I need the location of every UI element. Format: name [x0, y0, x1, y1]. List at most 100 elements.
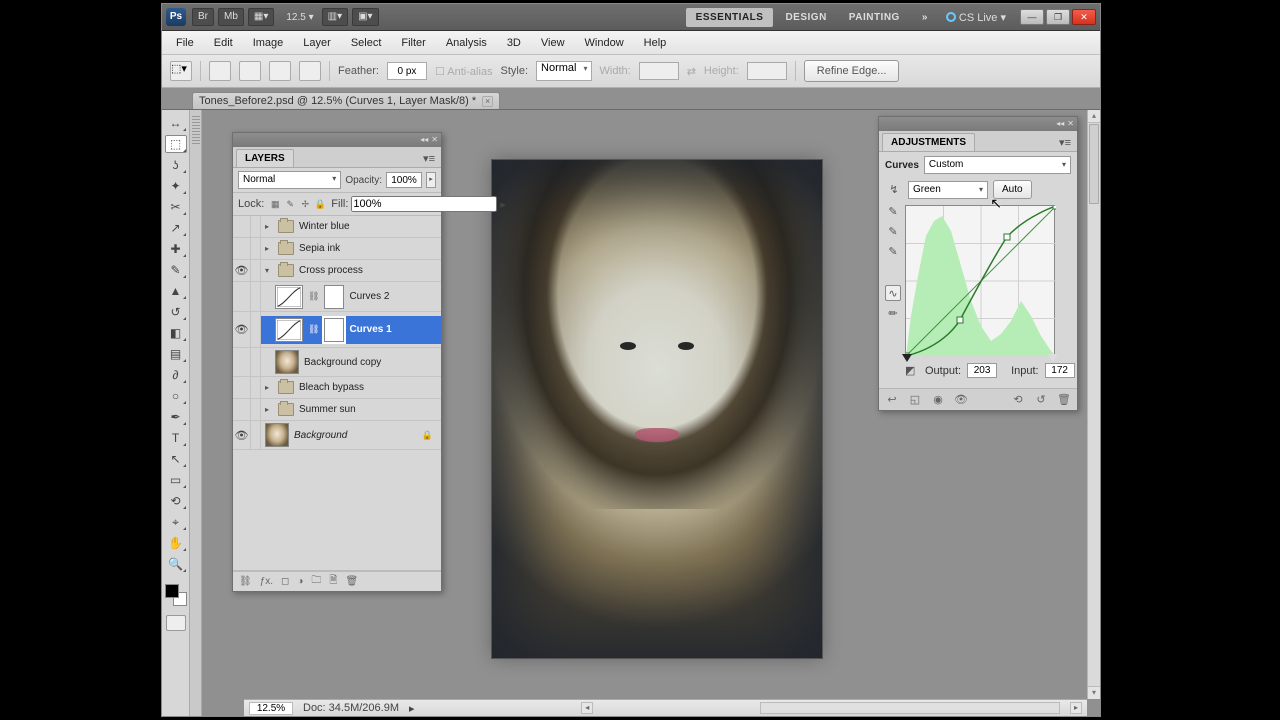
- 3d-camera-tool[interactable]: ⌖: [165, 513, 187, 531]
- path-selection-tool[interactable]: ↖: [165, 450, 187, 468]
- visibility-toggle[interactable]: [233, 399, 251, 420]
- white-point-slider[interactable]: [1048, 354, 1058, 362]
- rectangular-marquee-tool[interactable]: ⬚: [165, 135, 187, 153]
- zoom-level-select[interactable]: 12.5 ▾: [286, 12, 313, 23]
- document-tab[interactable]: Tones_Before2.psd @ 12.5% (Curves 1, Lay…: [192, 92, 500, 109]
- quick-mask-toggle[interactable]: [166, 615, 186, 631]
- scroll-down-button[interactable]: ▾: [1088, 686, 1100, 699]
- channel-select[interactable]: Green: [908, 181, 988, 199]
- doc-info-menu-icon[interactable]: ▸: [409, 702, 415, 715]
- zoom-field[interactable]: [249, 702, 293, 715]
- brush-tool[interactable]: ✎: [165, 261, 187, 279]
- layer-group-sepia-ink[interactable]: ▸Sepia ink: [233, 238, 441, 260]
- selection-intersect-icon[interactable]: [299, 61, 321, 81]
- vertical-scrollbar[interactable]: ▴ ▾: [1087, 110, 1100, 699]
- minimize-button[interactable]: —: [1020, 9, 1044, 25]
- collapse-icon[interactable]: ▾: [265, 266, 273, 275]
- expand-view-icon[interactable]: ◱: [908, 393, 922, 406]
- auto-button[interactable]: Auto: [993, 180, 1032, 199]
- document-canvas[interactable]: [492, 160, 822, 658]
- healing-brush-tool[interactable]: ✚: [165, 240, 187, 258]
- close-tab-icon[interactable]: ×: [482, 96, 493, 107]
- menu-edit[interactable]: Edit: [204, 34, 243, 52]
- collapsed-dock[interactable]: [190, 110, 202, 716]
- pencil-edit-icon[interactable]: ✏: [885, 305, 901, 321]
- return-icon[interactable]: ↩: [885, 393, 899, 406]
- layer-group-summer-sun[interactable]: ▸Summer sun: [233, 399, 441, 421]
- scroll-left-button[interactable]: ◂: [581, 702, 593, 714]
- quick-selection-tool[interactable]: ✦: [165, 177, 187, 195]
- scroll-right-button[interactable]: ▸: [1070, 702, 1082, 714]
- toggle-visibility-icon[interactable]: 👁: [954, 393, 968, 406]
- eyedropper-gray-icon[interactable]: ✎: [885, 223, 901, 239]
- cs-live-menu[interactable]: CS Live ▾: [946, 11, 1006, 24]
- fill-input[interactable]: [351, 196, 497, 212]
- workspace-more[interactable]: »: [912, 8, 938, 27]
- close-panel-icon[interactable]: ✕: [431, 136, 438, 144]
- menu-select[interactable]: Select: [341, 34, 392, 52]
- rectangle-tool[interactable]: ▭: [165, 471, 187, 489]
- layer-group-winter-blue[interactable]: ▸Winter blue: [233, 216, 441, 238]
- layers-tab[interactable]: LAYERS: [236, 149, 294, 167]
- fill-flyout[interactable]: ▸: [500, 198, 506, 211]
- zoom-tool[interactable]: 🔍: [165, 555, 187, 573]
- selection-new-icon[interactable]: [209, 61, 231, 81]
- workspace-design[interactable]: DESIGN: [775, 8, 836, 27]
- menu-file[interactable]: File: [166, 34, 204, 52]
- style-select[interactable]: Normal: [536, 61, 591, 81]
- panel-menu-icon[interactable]: ▾≡: [1053, 133, 1077, 152]
- blend-mode-select[interactable]: Normal: [238, 171, 341, 189]
- opacity-flyout[interactable]: ▸: [426, 172, 436, 188]
- panel-titlebar[interactable]: ◂◂✕: [879, 117, 1077, 131]
- delete-layer-icon[interactable]: 🗑: [345, 576, 358, 587]
- refine-edge-button[interactable]: Refine Edge...: [804, 60, 900, 82]
- menu-3d[interactable]: 3D: [497, 34, 531, 52]
- adjustments-panel[interactable]: ◂◂✕ ADJUSTMENTS ▾≡ Curves Custom ↯ Green…: [878, 116, 1078, 411]
- layer-group-bleach-bypass[interactable]: ▸Bleach bypass: [233, 377, 441, 399]
- layer-list[interactable]: ▸Winter blue ▸Sepia ink 👁 ▾Cross process: [233, 216, 441, 571]
- adjustment-layer-icon[interactable]: ◑: [297, 576, 303, 587]
- visibility-toggle[interactable]: 👁: [233, 421, 251, 449]
- curve-edit-icon[interactable]: ∿: [885, 285, 901, 301]
- new-group-icon[interactable]: 🗀: [311, 573, 321, 590]
- doc-info[interactable]: Doc: 34.5M/206.9M: [303, 702, 399, 714]
- clip-to-layer-icon[interactable]: ◉: [931, 393, 945, 406]
- visibility-toggle[interactable]: [233, 377, 251, 398]
- layer-style-icon[interactable]: ƒx.: [260, 576, 273, 587]
- preset-select[interactable]: Custom: [924, 156, 1071, 174]
- menu-help[interactable]: Help: [634, 34, 677, 52]
- maximize-button[interactable]: ❐: [1046, 9, 1070, 25]
- lock-pixels-icon[interactable]: ✎: [284, 198, 296, 210]
- layer-group-cross-process[interactable]: 👁 ▾Cross process: [233, 260, 441, 282]
- arrange-documents-button[interactable]: ▥▾: [322, 8, 348, 26]
- menu-view[interactable]: View: [531, 34, 575, 52]
- bridge-button[interactable]: Br: [192, 8, 214, 26]
- on-image-tool-icon[interactable]: ↯: [885, 183, 903, 196]
- expand-icon[interactable]: ▸: [265, 405, 273, 414]
- expand-icon[interactable]: ▸: [265, 383, 273, 392]
- selection-add-icon[interactable]: [239, 61, 261, 81]
- eraser-tool[interactable]: ◧: [165, 324, 187, 342]
- input-input[interactable]: [1045, 363, 1075, 378]
- collapse-icon[interactable]: ◂◂: [420, 136, 428, 144]
- new-layer-icon[interactable]: 🗎: [329, 573, 337, 590]
- adjustments-tab[interactable]: ADJUSTMENTS: [882, 133, 975, 151]
- view-extras-button[interactable]: ▦▾: [248, 8, 274, 26]
- black-point-slider[interactable]: [902, 354, 912, 362]
- layer-background-copy[interactable]: Background copy: [233, 348, 441, 377]
- lock-transparency-icon[interactable]: ▦: [269, 198, 281, 210]
- visibility-toggle[interactable]: [233, 216, 251, 237]
- menu-filter[interactable]: Filter: [391, 34, 435, 52]
- panel-menu-icon[interactable]: ▾≡: [417, 149, 441, 168]
- visibility-toggle[interactable]: [233, 348, 251, 376]
- link-layers-icon[interactable]: ⛓: [239, 576, 252, 587]
- close-button[interactable]: ✕: [1072, 9, 1096, 25]
- curves-graph[interactable]: [905, 205, 1055, 355]
- collapse-icon[interactable]: ◂◂: [1056, 120, 1064, 128]
- horizontal-scrollbar[interactable]: [760, 702, 1060, 714]
- history-brush-tool[interactable]: ↺: [165, 303, 187, 321]
- feather-input[interactable]: [387, 62, 427, 80]
- gradient-tool[interactable]: ▤: [165, 345, 187, 363]
- pen-tool[interactable]: ✒: [165, 408, 187, 426]
- reset-icon[interactable]: ↺: [1034, 393, 1048, 406]
